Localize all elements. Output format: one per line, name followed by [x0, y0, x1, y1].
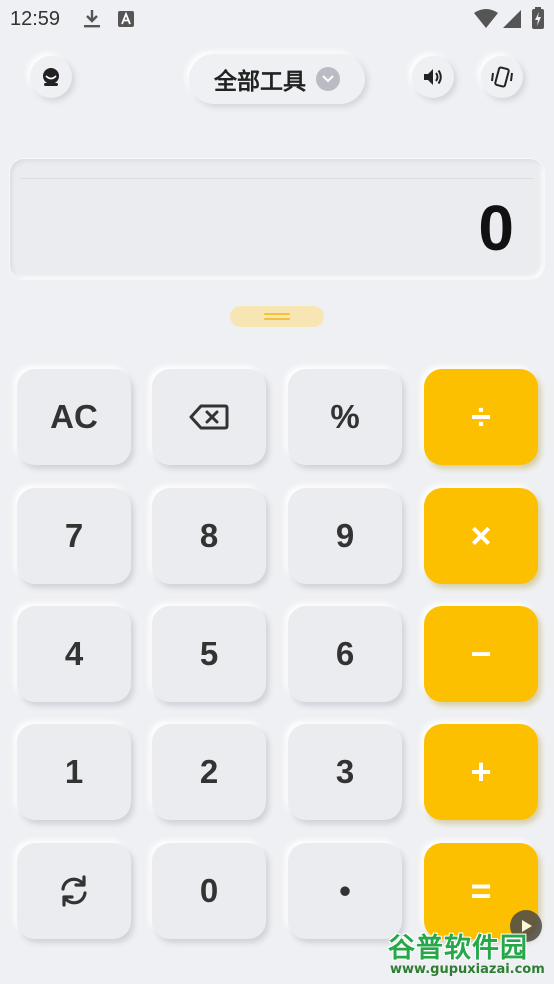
multiply-button[interactable]: × — [424, 488, 538, 584]
digit-2-button[interactable]: 2 — [152, 724, 266, 820]
digit-7-button[interactable]: 7 — [17, 488, 131, 584]
key-label: ÷ — [471, 396, 491, 437]
clear-button[interactable]: AC — [17, 369, 131, 465]
vibrate-button[interactable] — [481, 56, 523, 98]
key-label: 0 — [199, 872, 219, 909]
plus-button[interactable]: + — [424, 724, 538, 820]
percent-button[interactable]: % — [288, 369, 402, 465]
digit-1-button[interactable]: 1 — [17, 724, 131, 820]
key-label: 6 — [335, 635, 355, 672]
key-label: 1 — [64, 753, 84, 790]
digit-5-button[interactable]: 5 — [152, 606, 266, 702]
digit-6-button[interactable]: 6 — [288, 606, 402, 702]
digit-0-button[interactable]: 0 — [152, 843, 266, 939]
result-display: 0 — [10, 159, 544, 279]
backspace-button[interactable] — [152, 369, 266, 465]
chevron-down-icon — [316, 67, 340, 91]
display-divider — [20, 178, 534, 179]
key-label: AC — [50, 398, 98, 435]
digit-4-button[interactable]: 4 — [17, 606, 131, 702]
display-value: 0 — [478, 192, 514, 264]
minus-button[interactable]: − — [424, 606, 538, 702]
digit-3-button[interactable]: 3 — [288, 724, 402, 820]
key-label: × — [470, 515, 492, 556]
key-label: = — [470, 870, 492, 911]
refresh-button[interactable] — [17, 843, 131, 939]
digit-9-button[interactable]: 9 — [288, 488, 402, 584]
key-label: 5 — [199, 635, 219, 672]
sound-button[interactable] — [412, 56, 454, 98]
download-icon — [84, 10, 100, 28]
battery-charging-icon — [532, 7, 544, 29]
theme-button[interactable] — [30, 56, 72, 98]
signal-icon — [503, 10, 521, 28]
wifi-icon — [474, 9, 498, 28]
key-label: 8 — [199, 517, 219, 554]
key-label: 9 — [335, 517, 355, 554]
refresh-icon — [57, 874, 91, 908]
vibrate-icon — [491, 66, 513, 88]
key-label: 3 — [335, 753, 355, 790]
theme-face-icon — [43, 68, 59, 86]
status-bar: 12:59 — [0, 0, 554, 38]
digit-8-button[interactable]: 8 — [152, 488, 266, 584]
font-icon — [118, 11, 134, 27]
divide-button[interactable]: ÷ — [424, 369, 538, 465]
tool-selector[interactable]: 全部工具 — [189, 54, 365, 104]
key-label: 2 — [199, 753, 219, 790]
backspace-icon — [189, 403, 229, 431]
watermark: 谷普软件园 www.gupuxiazai.com — [384, 924, 554, 984]
watermark-title: 谷普软件园 — [388, 933, 528, 964]
key-label: 7 — [64, 517, 84, 554]
key-label: • — [339, 872, 351, 909]
watermark-url: www.gupuxiazai.com — [390, 962, 545, 977]
tool-selector-label: 全部工具 — [214, 69, 306, 95]
key-label: + — [470, 751, 492, 792]
key-label: % — [330, 398, 360, 435]
key-label: 4 — [64, 635, 84, 672]
sound-icon — [424, 69, 442, 85]
status-time: 12:59 — [10, 8, 61, 30]
key-label: − — [470, 633, 492, 674]
drag-handle[interactable] — [230, 306, 324, 327]
